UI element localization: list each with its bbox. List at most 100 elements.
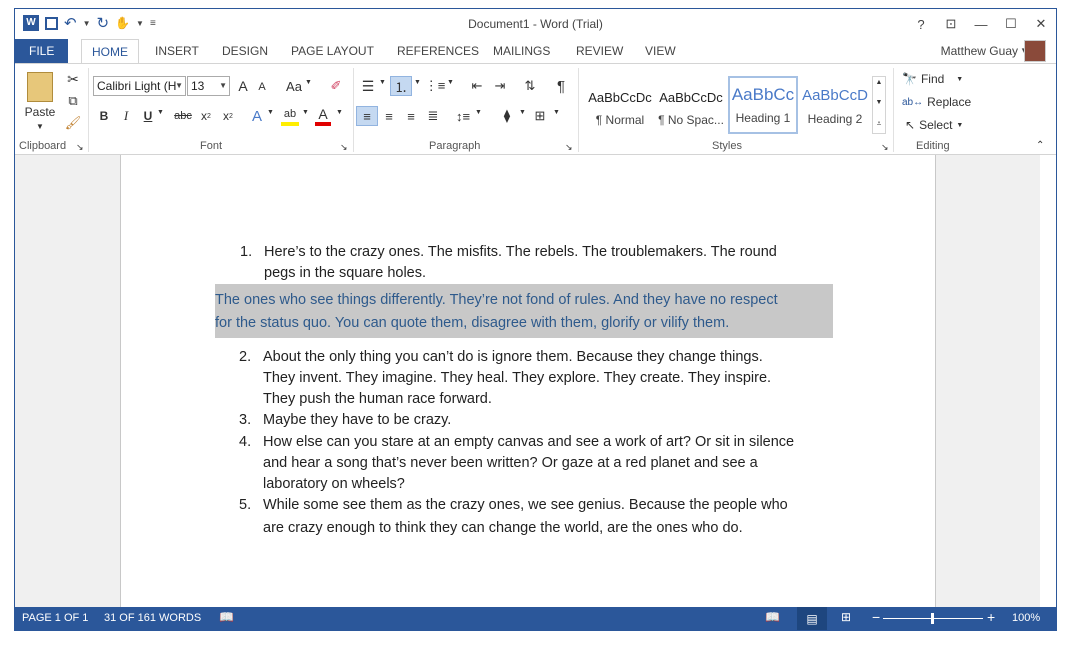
paste-icon[interactable]: [27, 72, 53, 102]
increase-indent-icon[interactable]: ⇥: [490, 76, 510, 96]
list-item[interactable]: 4. How else can you stare at an empty ca…: [239, 432, 863, 495]
word-count[interactable]: 31 OF 161 WORDS: [104, 612, 201, 624]
decrease-indent-icon[interactable]: ⇤: [467, 76, 487, 96]
help-button[interactable]: ?: [906, 9, 936, 39]
zoom-level[interactable]: 100%: [1012, 612, 1040, 624]
list-item[interactable]: 1. Here’s to the crazy ones. The misfits…: [240, 242, 864, 284]
copy-icon[interactable]: ⧉: [63, 92, 83, 110]
underline-dropdown-icon[interactable]: ▼: [157, 109, 164, 116]
line-spacing-icon[interactable]: ↕≡: [453, 106, 473, 126]
zoom-in-icon[interactable]: +: [987, 609, 995, 625]
zoom-out-icon[interactable]: −: [872, 609, 880, 625]
font-color-button[interactable]: A: [315, 106, 331, 126]
format-painter-icon[interactable]: 🖌: [63, 114, 83, 132]
underline-button[interactable]: U: [141, 106, 155, 126]
highlight-dropdown-icon[interactable]: ▼: [302, 109, 309, 116]
select-button[interactable]: ↖ Select ▼: [905, 116, 963, 134]
list-line: About the only thing you can’t do is ign…: [263, 349, 763, 365]
find-dropdown-icon[interactable]: ▼: [956, 76, 963, 83]
replace-button[interactable]: ab↔ Replace: [902, 93, 971, 111]
clipboard-launcher-icon[interactable]: ↘: [76, 142, 84, 153]
paste-dropdown-icon[interactable]: ▼: [35, 122, 45, 131]
paragraph-launcher-icon[interactable]: ↘: [565, 142, 573, 153]
justify-icon[interactable]: ≣: [423, 106, 443, 126]
styles-scroll-up-icon[interactable]: ▲: [873, 79, 885, 86]
tab-page-layout[interactable]: PAGE LAYOUT: [291, 39, 374, 63]
proofing-icon[interactable]: 📖: [219, 610, 234, 624]
bold-button[interactable]: B: [97, 106, 111, 126]
web-layout-icon[interactable]: ⊞: [841, 610, 851, 624]
bullets-icon[interactable]: ☰: [358, 76, 378, 96]
tab-file[interactable]: FILE: [15, 39, 69, 63]
avatar[interactable]: [1024, 40, 1046, 62]
highlight-button[interactable]: ab: [281, 106, 299, 126]
zoom-slider-thumb[interactable]: [931, 613, 934, 624]
collapse-ribbon-icon[interactable]: ⌃: [1036, 140, 1044, 151]
list-item[interactable]: 2. About the only thing you can’t do is …: [239, 347, 863, 410]
font-color-dropdown-icon[interactable]: ▼: [336, 109, 343, 116]
bullets-dropdown-icon[interactable]: ▼: [379, 79, 386, 86]
grow-font-button[interactable]: A: [235, 76, 251, 96]
multilevel-list-icon[interactable]: ⋮≡: [425, 76, 446, 96]
text-effects-dropdown-icon[interactable]: ▼: [267, 109, 274, 116]
ribbon-display-options-icon[interactable]: ⊡: [936, 9, 966, 39]
shrink-font-button[interactable]: A: [255, 78, 269, 96]
list-item[interactable]: 5. While some see them as the crazy ones…: [239, 494, 863, 540]
styles-scroll-down-icon[interactable]: ▼: [873, 99, 885, 106]
user-name[interactable]: Matthew Guay: [941, 44, 1018, 58]
styles-more-icon[interactable]: ⩡: [873, 119, 885, 129]
font-launcher-icon[interactable]: ↘: [340, 142, 348, 153]
align-center-icon[interactable]: ≡: [379, 106, 399, 126]
page-count[interactable]: PAGE 1 OF 1: [22, 612, 88, 624]
numbering-icon[interactable]: ⒈: [390, 76, 412, 96]
tab-mailings[interactable]: MAILINGS: [493, 39, 550, 63]
style-heading-1[interactable]: AaBbCc Heading 1: [728, 76, 798, 134]
clear-formatting-icon[interactable]: ✐: [327, 76, 345, 96]
tab-view[interactable]: VIEW: [645, 39, 676, 63]
styles-launcher-icon[interactable]: ↘: [881, 142, 889, 153]
tab-insert[interactable]: INSERT: [155, 39, 199, 63]
multilevel-dropdown-icon[interactable]: ▼: [447, 79, 454, 86]
print-layout-icon[interactable]: ▤: [797, 607, 827, 630]
font-name-dropdown-icon[interactable]: ▼: [175, 77, 183, 95]
tab-home[interactable]: HOME: [81, 39, 139, 64]
borders-icon[interactable]: ⊞: [531, 106, 549, 126]
change-case-button[interactable]: Aa: [283, 76, 305, 96]
vertical-scrollbar[interactable]: [1040, 155, 1056, 609]
subscript-button[interactable]: x2: [197, 106, 215, 126]
selected-paragraph[interactable]: The ones who see things differently. The…: [215, 289, 835, 335]
list-item[interactable]: 3. Maybe they have to be crazy.: [239, 410, 863, 431]
style-normal[interactable]: AaBbCcDc ¶ Normal: [585, 76, 655, 134]
cut-icon[interactable]: ✂: [63, 70, 83, 88]
italic-button[interactable]: I: [119, 106, 133, 126]
zoom-slider[interactable]: [883, 613, 983, 624]
show-formatting-button[interactable]: ¶: [552, 76, 570, 96]
font-name-combo[interactable]: Calibri Light (H ▼: [93, 76, 186, 96]
paste-button[interactable]: Paste: [23, 105, 57, 119]
superscript-button[interactable]: x2: [219, 106, 237, 126]
line-spacing-dropdown-icon[interactable]: ▼: [475, 109, 482, 116]
numbering-dropdown-icon[interactable]: ▼: [414, 79, 421, 86]
select-dropdown-icon[interactable]: ▼: [956, 122, 963, 129]
font-size-combo[interactable]: 13 ▼: [187, 76, 230, 96]
font-size-dropdown-icon[interactable]: ▼: [219, 77, 227, 95]
style-no-spacing[interactable]: AaBbCcDc ¶ No Spac...: [656, 76, 726, 134]
maximize-icon[interactable]: ☐: [996, 9, 1026, 39]
borders-dropdown-icon[interactable]: ▼: [553, 109, 560, 116]
sort-icon[interactable]: ⇅: [520, 76, 540, 96]
shading-dropdown-icon[interactable]: ▼: [519, 109, 526, 116]
shading-icon[interactable]: ⧫: [497, 106, 517, 126]
change-case-dropdown-icon[interactable]: ▼: [305, 79, 312, 86]
tab-design[interactable]: DESIGN: [222, 39, 268, 63]
find-button[interactable]: 🔭 Find ▼: [902, 70, 963, 88]
minimize-icon[interactable]: —: [966, 9, 996, 39]
read-mode-icon[interactable]: 📖: [765, 610, 780, 624]
align-left-icon[interactable]: ≡: [356, 106, 378, 126]
tab-references[interactable]: REFERENCES: [397, 39, 479, 63]
text-effects-button[interactable]: A: [249, 106, 265, 126]
style-heading-2[interactable]: AaBbCcD Heading 2: [800, 76, 870, 134]
close-icon[interactable]: ✕: [1026, 9, 1056, 39]
align-right-icon[interactable]: ≡: [401, 106, 421, 126]
strikethrough-button[interactable]: abc: [173, 106, 193, 126]
tab-review[interactable]: REVIEW: [576, 39, 623, 63]
